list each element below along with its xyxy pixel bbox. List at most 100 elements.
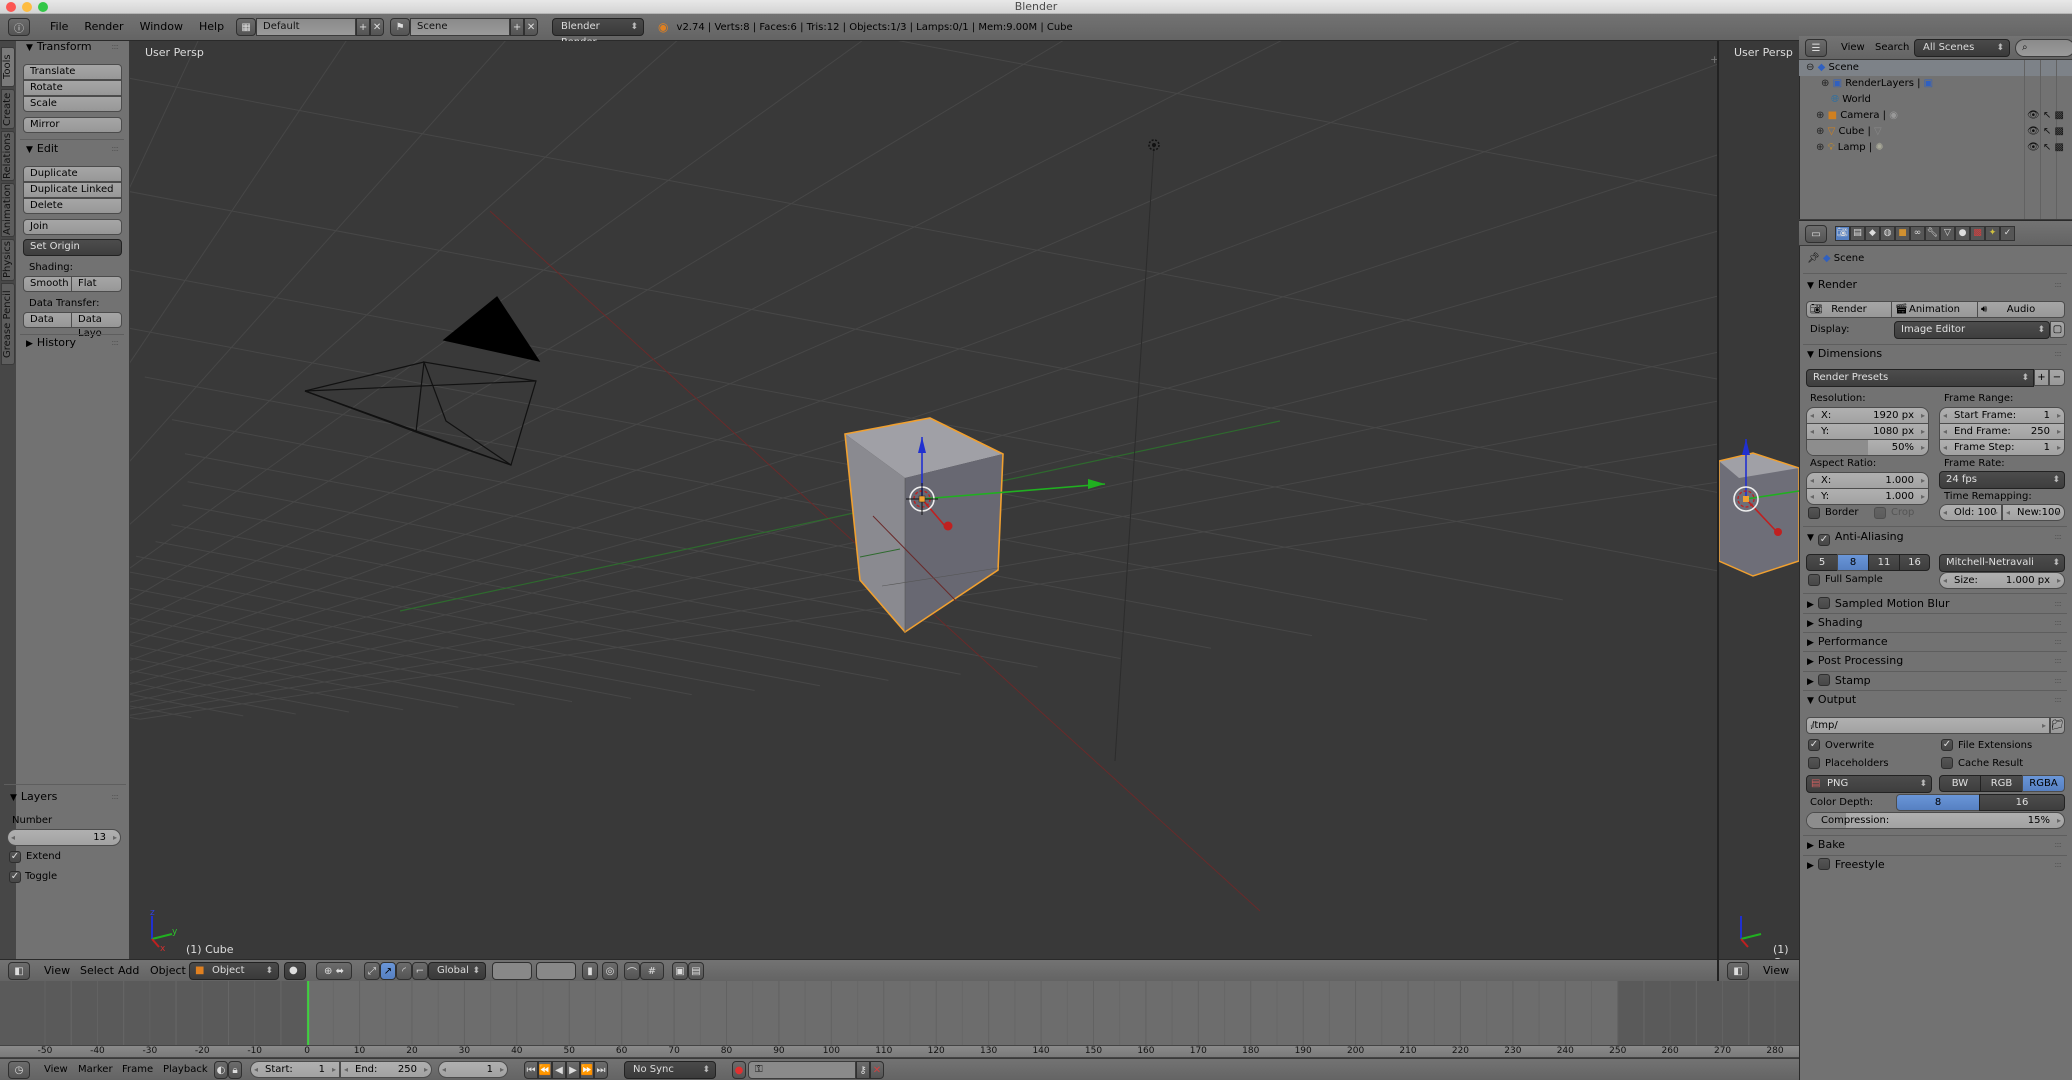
visibility-eye-icon[interactable]: 👁︎: [2027, 142, 2040, 153]
timeline-ruler[interactable]: -50 -40 -30 -20 -10 0 10 20 30 40 50 60 70 80 90 100 110…: [0, 1045, 1799, 1058]
jump-keyframe-forward-button[interactable]: ⏩: [580, 1061, 594, 1079]
color-depth-8-button[interactable]: 8: [1896, 794, 1980, 811]
lock-range-icon[interactable]: 🔒︎: [228, 1061, 242, 1079]
browse-folder-icon[interactable]: 📁︎: [2050, 717, 2065, 734]
expand-icon[interactable]: ⊕: [1816, 142, 1824, 153]
editor-type-outliner-button[interactable]: ☰: [1805, 39, 1827, 57]
manipulator-toggle[interactable]: ⤢: [364, 962, 380, 980]
display-dropdown[interactable]: Image Editor: [1894, 321, 2050, 339]
aspect-y-field[interactable]: Y: 1.000: [1806, 488, 1929, 505]
screen-layout-field[interactable]: Default: [256, 18, 357, 36]
translate-manipulator-button[interactable]: ↗: [380, 962, 396, 980]
renderability-camera-icon[interactable]: ▩: [2054, 126, 2063, 137]
full-sample-checkbox[interactable]: [1808, 574, 1820, 586]
outliner-item-cube[interactable]: ⊕ ▽ Cube | ▽: [1799, 124, 2019, 140]
outliner-filter-dropdown[interactable]: All Scenes: [1914, 39, 2010, 57]
pivot-point-dropdown[interactable]: ⊕ ⬌: [316, 962, 352, 980]
border-checkbox[interactable]: [1808, 507, 1820, 519]
3d-viewport-secondary[interactable]: User Persp (1) Cu: [1719, 41, 1799, 959]
lock-interface-icon[interactable]: ▢: [2050, 321, 2065, 338]
editor-type-properties-button[interactable]: ▭: [1805, 225, 1827, 243]
proportional-edit-icon[interactable]: ◎: [602, 962, 618, 980]
aa-samples-8-button[interactable]: 8: [1837, 554, 1869, 571]
layer-number-field[interactable]: 13: [7, 829, 121, 846]
minimize-window-button[interactable]: [22, 2, 32, 12]
extend-checkbox[interactable]: ✓: [9, 851, 21, 863]
render-engine-dropdown[interactable]: Blender Render: [552, 18, 645, 48]
anti-aliasing-checkbox[interactable]: ✓: [1817, 534, 1830, 546]
viewport-split-icon[interactable]: +: [1710, 53, 1717, 66]
delete-screen-button[interactable]: ✕: [370, 18, 385, 36]
auto-keyframe-record-button[interactable]: ●: [732, 1061, 746, 1079]
insert-keyframe-icon[interactable]: ⚷: [856, 1061, 870, 1079]
rotate-button[interactable]: Rotate: [23, 80, 122, 96]
tab-create[interactable]: Create: [1, 89, 15, 129]
jump-start-button[interactable]: ⏮: [524, 1061, 538, 1079]
tab-relations[interactable]: Relations: [1, 131, 15, 181]
particles-tab-icon[interactable]: ✦: [1985, 226, 2000, 241]
scene-icon[interactable]: ⚑: [390, 18, 411, 36]
edit-panel-header[interactable]: ▼ Edit::::: [26, 140, 126, 158]
bake-section-header[interactable]: ▶ Bake::::: [1807, 836, 2065, 854]
overwrite-checkbox[interactable]: ✓: [1808, 739, 1820, 751]
renderability-camera-icon[interactable]: ▩: [2054, 110, 2063, 121]
time-remap-old-field[interactable]: Old: 100: [1939, 504, 2002, 521]
end-frame-field[interactable]: End: 250: [340, 1061, 432, 1078]
resolution-percentage-slider[interactable]: 50%: [1806, 439, 1929, 456]
visibility-eye-icon[interactable]: 👁︎: [2027, 110, 2040, 121]
jump-end-button[interactable]: ⏭: [594, 1061, 608, 1079]
aa-samples-16-button[interactable]: 16: [1899, 554, 1930, 571]
color-mode-rgba-button[interactable]: RGBA: [2022, 775, 2065, 792]
stamp-checkbox[interactable]: [1817, 674, 1830, 686]
outliner-menu-search[interactable]: Search: [1867, 39, 1917, 57]
keying-set-field[interactable]: ⚿: [748, 1061, 856, 1079]
outliner-item-world[interactable]: 🌐︎ World: [1799, 92, 2019, 108]
tab-tools[interactable]: Tools: [1, 47, 15, 87]
start-frame-field[interactable]: Start: 1: [250, 1061, 340, 1078]
viewport-shading-dropdown[interactable]: ●: [284, 962, 306, 980]
3d-viewport[interactable]: z y x User Persp (1) Cube +: [130, 41, 1717, 959]
selectability-cursor-icon[interactable]: ↖: [2043, 142, 2051, 153]
editor-type-3d-view-button-2[interactable]: ◧: [1727, 962, 1749, 980]
texture-tab-icon[interactable]: ▩: [1970, 226, 1985, 241]
aspect-x-field[interactable]: X: 1.000: [1806, 472, 1929, 489]
expand-icon[interactable]: ⊕: [1816, 126, 1824, 137]
aa-samples-5-button[interactable]: 5: [1806, 554, 1838, 571]
color-mode-bw-button[interactable]: BW: [1939, 775, 1981, 792]
selectability-cursor-icon[interactable]: ↖: [2043, 110, 2051, 121]
frame-rate-dropdown[interactable]: 24 fps: [1939, 471, 2065, 489]
modifiers-tab-icon[interactable]: 🔧︎: [1925, 226, 1940, 241]
outliner-item-renderlayers[interactable]: ⊕ ▣ RenderLayers | ▣: [1799, 76, 2019, 92]
render-presets-dropdown[interactable]: Render Presets: [1806, 369, 2034, 387]
mode-dropdown[interactable]: ■Object Mode: [189, 962, 279, 992]
menu-help[interactable]: Help: [191, 18, 232, 36]
expand-icon[interactable]: ⊕: [1821, 78, 1829, 89]
placeholders-checkbox[interactable]: [1808, 757, 1820, 769]
layers-panel-header[interactable]: ▼ Layers::::: [10, 788, 126, 806]
delete-button[interactable]: Delete: [23, 198, 122, 214]
frame-step-field[interactable]: Frame Step: 1: [1939, 439, 2065, 456]
timeline-menu-marker[interactable]: Marker: [70, 1061, 121, 1079]
outliner-item-scene[interactable]: ⊖ ◆ Scene: [1799, 60, 2019, 76]
editor-type-3d-view-button[interactable]: ◧: [8, 962, 30, 980]
scale-manipulator-button[interactable]: ⌐: [412, 962, 428, 980]
add-screen-button[interactable]: +: [356, 18, 371, 36]
translate-button[interactable]: Translate: [23, 64, 122, 80]
collapse-icon[interactable]: ⊖: [1806, 62, 1814, 73]
render-animation-button[interactable]: 🎬︎ Animation: [1891, 301, 1978, 318]
expand-icon[interactable]: ⊕: [1816, 110, 1824, 121]
mirror-button[interactable]: Mirror: [23, 117, 122, 133]
menu-render[interactable]: Render: [76, 18, 131, 36]
delete-scene-button[interactable]: ✕: [524, 18, 539, 36]
history-panel-header[interactable]: ▶ History::::: [26, 334, 126, 352]
toggle-checkbox[interactable]: ✓: [9, 871, 21, 883]
render-section-header[interactable]: ▼ Render::::: [1807, 276, 2065, 294]
add-scene-button[interactable]: +: [510, 18, 525, 36]
maximize-window-button[interactable]: [38, 2, 48, 12]
data-tab-icon[interactable]: ▽: [1940, 226, 1955, 241]
visibility-eye-icon[interactable]: 👁︎: [2027, 126, 2040, 137]
file-extensions-checkbox[interactable]: ✓: [1941, 739, 1953, 751]
start-frame-field[interactable]: Start Frame: 1: [1939, 407, 2065, 424]
render-opengl-icon[interactable]: ▣: [672, 962, 688, 980]
material-tab-icon[interactable]: ●: [1955, 226, 1970, 241]
